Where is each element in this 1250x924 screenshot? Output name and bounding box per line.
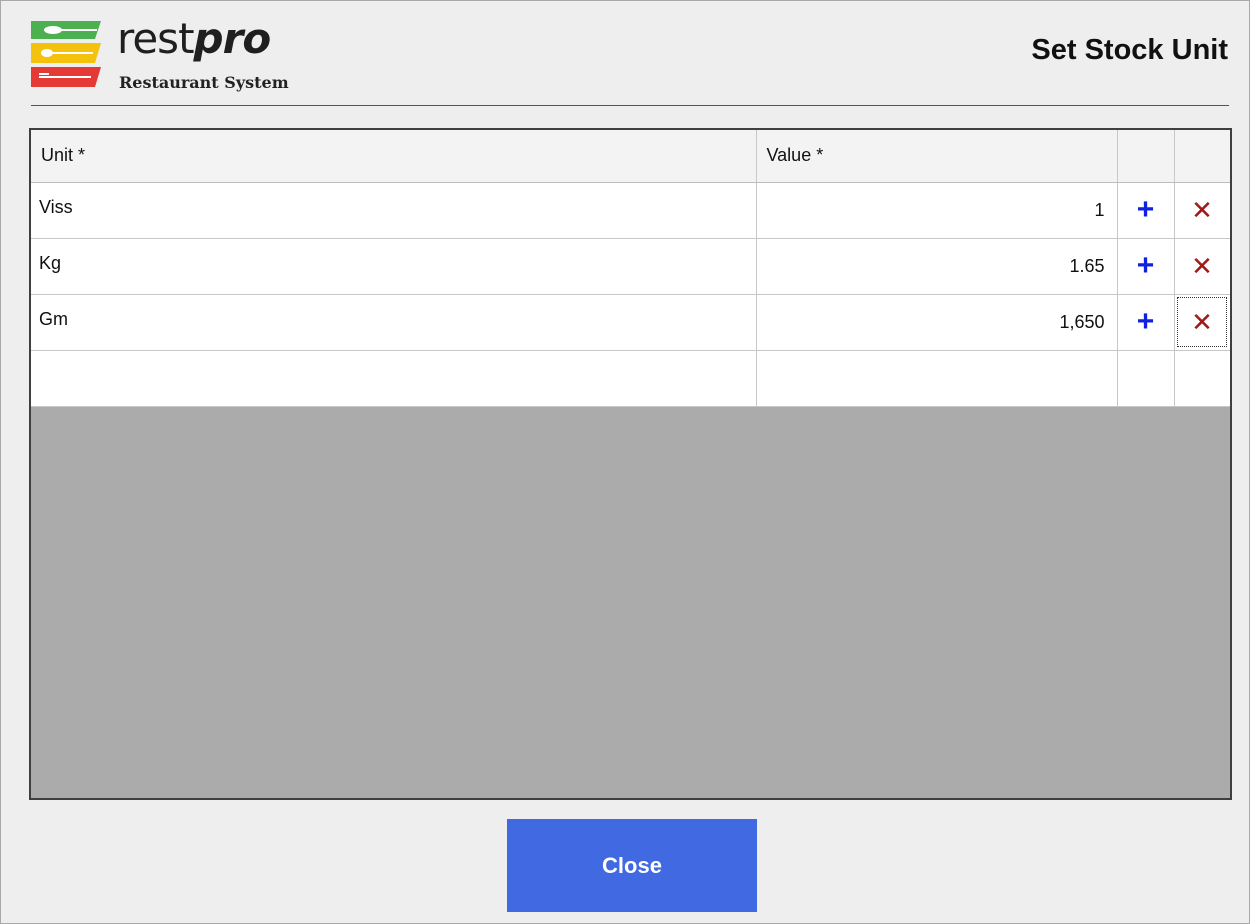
unit-cell[interactable]: Gm	[31, 294, 757, 351]
logo-subtitle: Restaurant System	[119, 73, 289, 92]
delete-row-button[interactable]: ✕	[1174, 182, 1230, 239]
unit-cell[interactable]: Viss	[31, 182, 757, 239]
plus-icon: +	[1136, 193, 1155, 226]
column-header-add	[1117, 130, 1175, 183]
logo-wordmark: restpro	[117, 14, 272, 63]
plus-icon: +	[1136, 305, 1155, 338]
stock-unit-grid[interactable]: Unit * Value * Viss 1 + ✕ Kg 1.65 + ✕ Gm…	[29, 128, 1232, 800]
delete-row-button[interactable]: ✕	[1174, 294, 1230, 351]
value-cell[interactable]: 1	[756, 182, 1118, 239]
table-row[interactable]: Viss 1 + ✕	[31, 182, 1230, 239]
add-row-button[interactable]: +	[1117, 238, 1175, 295]
add-row-button[interactable]: +	[1117, 182, 1175, 239]
cross-icon: ✕	[1191, 250, 1213, 281]
value-cell[interactable]: 1,650	[756, 294, 1118, 351]
header-divider	[31, 105, 1229, 106]
cross-icon: ✕	[1191, 194, 1213, 225]
column-header-delete	[1174, 130, 1230, 183]
cross-icon: ✕	[1191, 306, 1213, 337]
add-row-button[interactable]: +	[1117, 294, 1175, 351]
new-value-cell[interactable]	[756, 350, 1118, 407]
delete-row-button[interactable]: ✕	[1174, 238, 1230, 295]
new-row[interactable]	[31, 350, 1230, 407]
logo-word-rest: rest	[117, 14, 195, 63]
new-row-add-cell	[1117, 350, 1175, 407]
new-row-delete-cell	[1174, 350, 1230, 407]
unit-cell[interactable]: Kg	[31, 238, 757, 295]
restpro-logo: restpro Restaurant System	[31, 15, 331, 99]
column-header-unit[interactable]: Unit *	[31, 130, 757, 183]
plus-icon: +	[1136, 249, 1155, 282]
restpro-logo-icon	[31, 21, 101, 87]
stock-unit-window: restpro Restaurant System Set Stock Unit…	[0, 0, 1250, 924]
value-cell[interactable]: 1.65	[756, 238, 1118, 295]
logo-word-pro: pro	[193, 14, 272, 63]
new-unit-cell[interactable]	[31, 350, 757, 407]
page-title: Set Stock Unit	[1031, 34, 1228, 66]
table-header-row: Unit * Value *	[31, 130, 1230, 183]
column-header-value[interactable]: Value *	[756, 130, 1118, 183]
stock-unit-table: Unit * Value * Viss 1 + ✕ Kg 1.65 + ✕ Gm…	[31, 130, 1230, 407]
table-row[interactable]: Kg 1.65 + ✕	[31, 238, 1230, 295]
close-button[interactable]: Close	[507, 819, 757, 912]
table-row[interactable]: Gm 1,650 + ✕	[31, 294, 1230, 351]
